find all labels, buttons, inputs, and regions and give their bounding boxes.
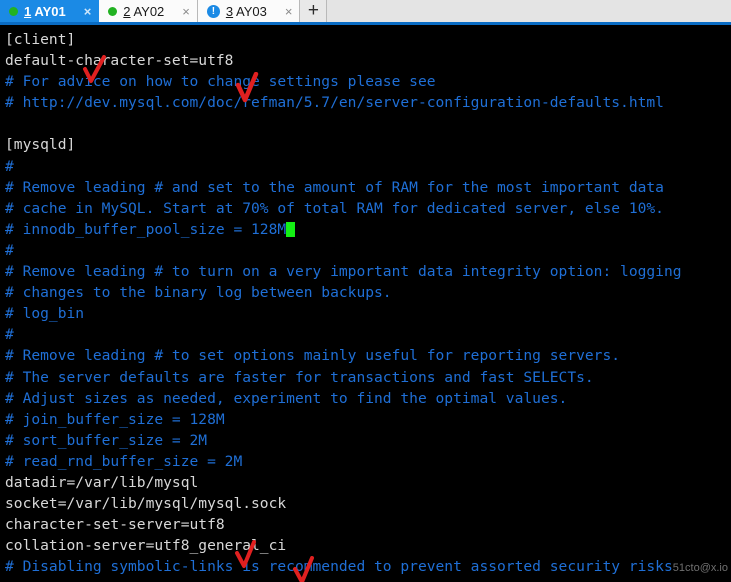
alert-circle-icon: ! — [206, 4, 220, 18]
terminal-line: # The server defaults are faster for tra… — [5, 367, 682, 388]
terminal-line: # Adjust sizes as needed, experiment to … — [5, 388, 682, 409]
terminal-line-text: # sort_buffer_size = 2M — [5, 431, 208, 449]
terminal-line: # read_rnd_buffer_size = 2M — [5, 451, 682, 472]
terminal-line: # — [5, 156, 682, 177]
tab-ay01-label: 1 AY01 — [24, 4, 66, 19]
text-cursor — [286, 221, 296, 237]
terminal-output[interactable]: [client] default-character-set=utf8 # For … — [0, 28, 731, 582]
terminal-line: [client] — [5, 29, 682, 50]
terminal-line-text: # — [5, 241, 14, 259]
green-dot-icon — [108, 6, 118, 16]
close-icon[interactable]: × — [182, 5, 190, 18]
terminal-line: # sort_buffer_size = 2M — [5, 430, 682, 451]
tab-ay03-label: 3 AY03 — [226, 4, 267, 19]
terminal-line-text: socket=/var/lib/mysql/mysql.sock — [5, 495, 287, 513]
terminal-line: default-character-set=utf8 — [5, 50, 682, 71]
terminal-line: # — [5, 240, 682, 261]
terminal-line-text: datadir=/var/lib/mysql — [5, 473, 199, 491]
terminal-line-text: # changes to the binary log between back… — [5, 284, 392, 302]
terminal-line-text: # Disabling symbolic-links is recommende… — [5, 558, 673, 576]
tab-ay03-name: AY03 — [236, 3, 267, 19]
terminal-line: socket=/var/lib/mysql/mysql.sock — [5, 493, 682, 514]
terminal-line: collation-server=utf8_general_ci — [5, 535, 682, 556]
terminal-text: [client] default-character-set=utf8 # For … — [5, 29, 682, 577]
tab-ay01[interactable]: 1 AY01 × — [0, 0, 100, 22]
terminal-line-text: # Remove leading # to set options mainly… — [5, 347, 621, 365]
terminal-line: # changes to the binary log between back… — [5, 282, 682, 303]
terminal-line: # log_bin — [5, 303, 682, 324]
terminal-line: character-set-server=utf8 — [5, 514, 682, 535]
tab-bar-filler — [327, 0, 731, 22]
terminal-line: # cache in MySQL. Start at 70% of total … — [5, 198, 682, 219]
tab-ay02[interactable]: 2 AY02 × — [99, 0, 198, 22]
terminal-line-text: # http://dev.mysql.com/doc/refman/5.7/en… — [5, 94, 664, 112]
terminal-line: # join_buffer_size = 128M — [5, 409, 682, 430]
terminal-line: # Remove leading # and set to the amount… — [5, 177, 682, 198]
terminal-line-text: # join_buffer_size = 128M — [5, 410, 225, 428]
tab-ay02-label: 2 AY02 — [123, 4, 164, 19]
tab-ay03-number: 3 — [225, 3, 234, 19]
terminal-window: 1 AY01 × 2 AY02 × ! 3 AY03 × + [client] d… — [0, 0, 731, 582]
terminal-line-text: # The server defaults are faster for tra… — [5, 368, 594, 386]
tab-bar: 1 AY01 × 2 AY02 × ! 3 AY03 × + — [0, 0, 731, 25]
terminal-line-text: # log_bin — [5, 305, 85, 323]
terminal-line-text: # cache in MySQL. Start at 70% of total … — [5, 199, 664, 217]
terminal-line-text: # — [5, 157, 14, 175]
tab-ay02-name: AY02 — [133, 3, 165, 19]
plus-icon[interactable]: + — [300, 0, 328, 22]
terminal-line: [mysqld] — [5, 134, 682, 155]
terminal-line: # innodb_buffer_pool_size = 128M — [5, 219, 682, 240]
terminal-line: # Disabling symbolic-links is recommende… — [5, 556, 682, 577]
terminal-line-text: # For advice on how to change settings p… — [5, 73, 436, 91]
terminal-line-text: character-set-server=utf8 — [5, 516, 225, 534]
tab-ay01-name: AY01 — [34, 3, 66, 19]
terminal-line-text: # read_rnd_buffer_size = 2M — [5, 452, 243, 470]
tab-ay03[interactable]: ! 3 AY03 × — [197, 0, 301, 22]
terminal-line: datadir=/var/lib/mysql — [5, 472, 682, 493]
terminal-line-text: collation-server=utf8_general_ci — [5, 537, 287, 555]
terminal-line: # Remove leading # to turn on a very imp… — [5, 261, 682, 282]
terminal-line-text: [client] — [5, 31, 76, 48]
terminal-line: # Remove leading # to set options mainly… — [5, 345, 682, 366]
tab-ay01-number: 1 — [24, 3, 32, 19]
terminal-line: # — [5, 324, 682, 345]
terminal-line-text: # innodb_buffer_pool_size = 128M — [5, 220, 287, 238]
terminal-line-text: # Adjust sizes as needed, experiment to … — [5, 389, 568, 407]
terminal-line-text: # Remove leading # to turn on a very imp… — [5, 263, 682, 281]
terminal-line: # For advice on how to change settings p… — [5, 71, 682, 92]
terminal-line-text: default-character-set=utf8 — [5, 52, 234, 70]
close-icon[interactable]: × — [84, 5, 92, 18]
terminal-line-text: # — [5, 326, 14, 344]
green-dot-icon — [9, 6, 18, 16]
close-icon[interactable]: × — [285, 5, 293, 18]
terminal-line: # http://dev.mysql.com/doc/refman/5.7/en… — [5, 92, 682, 113]
terminal-line-text: # Remove leading # and set to the amount… — [5, 178, 664, 196]
tab-ay02-number: 2 — [123, 3, 131, 19]
terminal-line-text: [mysqld] — [5, 136, 76, 154]
